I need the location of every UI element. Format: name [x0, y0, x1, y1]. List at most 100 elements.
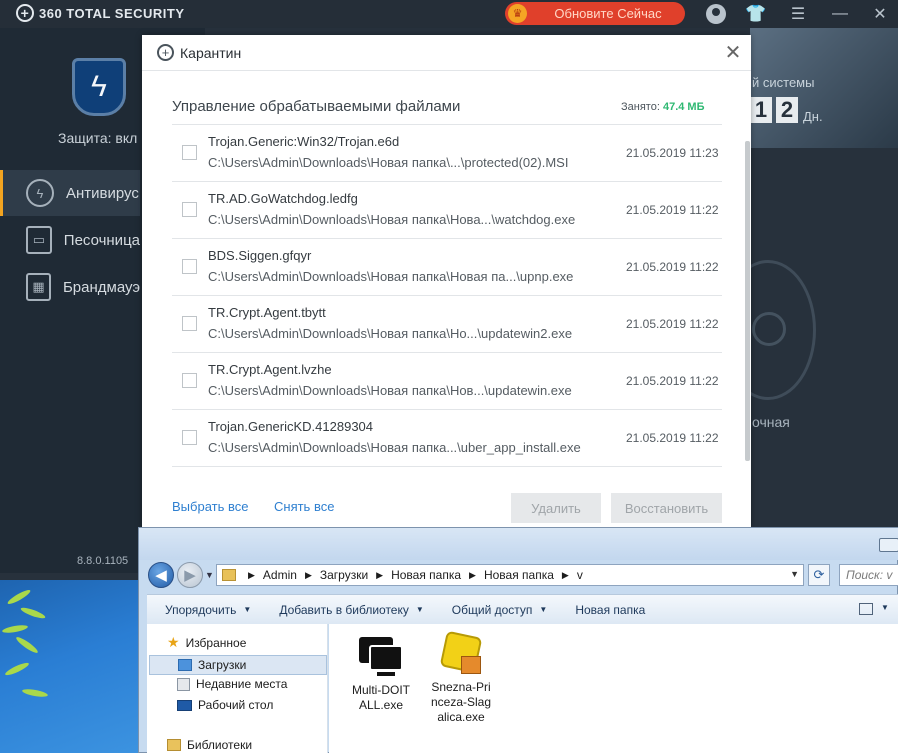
add-to-library-button[interactable]: Добавить в библиотеку ▼: [279, 603, 423, 617]
threat-name: Trojan.Generic:Win32/Trojan.e6d: [208, 134, 400, 149]
address-bar[interactable]: ▶ Admin ▶ Загрузки ▶ Новая папка ▶ Новая…: [216, 564, 804, 586]
chevron-right-icon: ▶: [304, 569, 312, 580]
days-counter: 1 2: [750, 97, 798, 123]
list-item[interactable]: TR.Crypt.Agent.tbytt C:\Users\Admin\Down…: [172, 296, 722, 353]
days-label: Дн.: [803, 109, 823, 124]
app-titlebar: + 360 TOTAL SECURITY ♛ Обновите Сейчас 👕…: [0, 0, 898, 28]
select-all-link[interactable]: Выбрать все: [172, 499, 248, 514]
maximize-icon[interactable]: [879, 538, 898, 552]
sidebar-item-label: Песочница: [63, 231, 140, 249]
close-icon[interactable]: ✕: [870, 4, 890, 24]
chevron-right-icon: ▶: [376, 569, 384, 580]
breadcrumb-item[interactable]: v: [577, 568, 583, 582]
quarantine-dialog: + Карантин ✕ Управление обрабатываемыми …: [142, 35, 751, 530]
chevron-right-icon: ▶: [561, 569, 569, 580]
breadcrumb-item[interactable]: Новая папка: [484, 568, 554, 582]
threat-name: BDS.Siggen.gfqyr: [208, 248, 312, 263]
recent-places-icon: [177, 677, 190, 691]
list-scrollbar[interactable]: [745, 141, 750, 461]
nav-libraries[interactable]: Библиотеки: [167, 738, 252, 752]
file-name-line: Snezna-Pri: [431, 680, 491, 694]
nav-favorites[interactable]: ★ Избранное: [167, 634, 246, 651]
skin-shirt-icon[interactable]: 👕: [745, 4, 766, 24]
app-brand-name: 360 TOTAL SECURITY: [39, 5, 185, 21]
list-item[interactable]: Trojan.Generic:Win32/Trojan.e6d C:\Users…: [172, 125, 722, 182]
chevron-right-icon: ▶: [469, 569, 476, 580]
breadcrumb-item[interactable]: Загрузки: [320, 568, 368, 582]
explorer-window: ◀ ▶ ▼ ▶ Admin ▶ Загрузки ▶ Новая папка ▶…: [138, 527, 898, 753]
close-icon[interactable]: ✕: [722, 41, 744, 64]
row-checkbox[interactable]: [182, 202, 197, 217]
hamburger-menu-icon[interactable]: ☰: [788, 4, 808, 24]
restore-button[interactable]: Восстановить: [611, 493, 722, 523]
plus-logo-icon: +: [16, 4, 34, 22]
breadcrumb-item[interactable]: Admin: [263, 568, 297, 582]
upgrade-button[interactable]: ♛ Обновите Сейчас: [505, 2, 685, 25]
sidebar-item-sandbox[interactable]: ▭ Песочница: [0, 217, 140, 263]
threat-name: TR.Crypt.Agent.tbytt: [208, 305, 326, 320]
minimize-icon[interactable]: —: [830, 4, 850, 24]
row-checkbox[interactable]: [182, 373, 197, 388]
file-name-line: ALL.exe: [358, 698, 404, 712]
threat-name: Trojan.GenericKD.41289304: [208, 419, 374, 434]
nav-downloads[interactable]: Загрузки: [149, 655, 327, 675]
list-item[interactable]: TR.Crypt.Agent.lvzhe C:\Users\Admin\Down…: [172, 353, 722, 410]
row-checkbox[interactable]: [182, 430, 197, 445]
chevron-down-icon: ▼: [243, 605, 252, 614]
new-folder-label: Новая папка: [575, 602, 646, 617]
chevron-down-icon: ▼: [415, 605, 424, 614]
nav-recent-places[interactable]: Недавние места: [177, 677, 287, 691]
user-account-icon[interactable]: [706, 4, 726, 24]
crown-icon: ♛: [508, 4, 527, 23]
add-to-library-label: Добавить в библиотеку: [279, 602, 409, 617]
row-checkbox[interactable]: [182, 145, 197, 160]
nav-item-label: Недавние места: [196, 677, 288, 691]
section-title: Управление обрабатываемыми файлами: [172, 98, 461, 115]
file-name-line: nceza-Slag: [430, 695, 492, 709]
file-multi-doitall[interactable]: Multi-DOIT ALL.exe: [346, 637, 416, 713]
list-item[interactable]: BDS.Siggen.gfqyr C:\Users\Admin\Download…: [172, 239, 722, 296]
quarantine-date: 21.05.2019 11:22: [626, 203, 719, 217]
share-button[interactable]: Общий доступ ▼: [452, 603, 548, 617]
quarantine-date: 21.05.2019 11:23: [626, 146, 719, 160]
organize-button[interactable]: Упорядочить ▼: [165, 603, 251, 617]
row-checkbox[interactable]: [182, 316, 197, 331]
file-snezna-princeza[interactable]: Snezna-Pri nceza-Slag alica.exe: [426, 630, 496, 725]
quarantine-file-list: Trojan.Generic:Win32/Trojan.e6d C:\Users…: [172, 124, 722, 467]
counter-digit: 1: [750, 97, 772, 123]
threat-name: TR.Crypt.Agent.lvzhe: [208, 362, 332, 377]
share-label: Общий доступ: [451, 602, 533, 617]
sidebar-item-firewall[interactable]: ▦ Брандмауэ: [0, 264, 140, 310]
counter-digit: 2: [776, 97, 798, 123]
threat-name: TR.AD.GoWatchdog.ledfg: [208, 191, 358, 206]
nav-desktop[interactable]: Рабочий стол: [177, 698, 273, 712]
file-path: C:\Users\Admin\Downloads\Новая папка...\…: [208, 440, 581, 455]
file-name-line: alica.exe: [437, 710, 485, 724]
sandbox-box-icon: ▭: [26, 226, 52, 254]
quarantine-date: 21.05.2019 11:22: [626, 431, 719, 445]
nav-item-label: Рабочий стол: [198, 698, 274, 712]
new-folder-button[interactable]: Новая папка: [575, 603, 645, 617]
delete-button[interactable]: Удалить: [511, 493, 601, 523]
chevron-down-icon[interactable]: ▼: [790, 569, 799, 579]
chevron-down-icon[interactable]: ▼: [881, 603, 889, 612]
view-options-icon[interactable]: [859, 603, 873, 615]
list-item[interactable]: Trojan.GenericKD.41289304 C:\Users\Admin…: [172, 410, 722, 467]
dialog-title: Карантин: [180, 45, 242, 61]
breadcrumb-item[interactable]: Новая папка: [391, 568, 461, 582]
lightning-shield-icon: ϟ: [72, 58, 126, 116]
history-dropdown-icon[interactable]: ▼: [205, 570, 214, 580]
clear-all-link[interactable]: Снять все: [274, 499, 334, 514]
file-path: C:\Users\Admin\Downloads\Новая папка\...…: [208, 155, 569, 170]
organize-label: Упорядочить: [165, 602, 237, 617]
row-checkbox[interactable]: [182, 259, 197, 274]
forward-arrow-icon[interactable]: ▶: [177, 562, 203, 588]
firewall-brick-icon: ▦: [26, 273, 51, 301]
nav-item-label: Библиотеки: [187, 738, 253, 752]
back-arrow-icon[interactable]: ◀: [148, 562, 174, 588]
desktop-icon: [177, 699, 192, 711]
refresh-icon[interactable]: ⟳: [808, 564, 830, 586]
list-item[interactable]: TR.AD.GoWatchdog.ledfg C:\Users\Admin\Do…: [172, 182, 722, 239]
sidebar-item-antivirus[interactable]: ϟ Антивирус: [0, 170, 140, 216]
search-input[interactable]: Поиск: v: [839, 564, 898, 586]
